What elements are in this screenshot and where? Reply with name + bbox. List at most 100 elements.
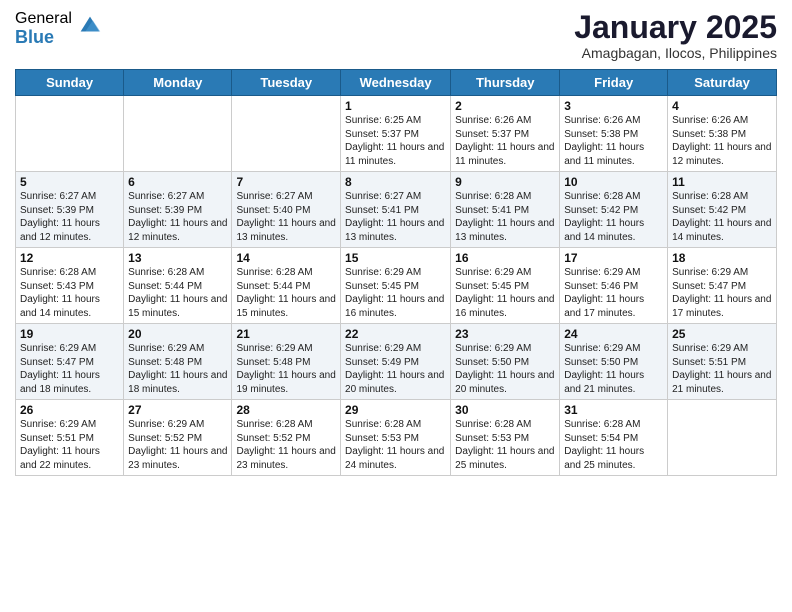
table-row [124, 96, 232, 172]
table-row: 11Sunrise: 6:28 AMSunset: 5:42 PMDayligh… [668, 172, 777, 248]
day-number: 4 [672, 99, 772, 113]
day-info: Sunrise: 6:27 AMSunset: 5:39 PMDaylight:… [128, 190, 227, 244]
day-number: 12 [20, 251, 119, 265]
table-row: 26Sunrise: 6:29 AMSunset: 5:51 PMDayligh… [16, 400, 124, 476]
day-number: 18 [672, 251, 772, 265]
table-row: 21Sunrise: 6:29 AMSunset: 5:48 PMDayligh… [232, 324, 341, 400]
day-info: Sunrise: 6:28 AMSunset: 5:43 PMDaylight:… [20, 266, 119, 320]
col-saturday: Saturday [668, 70, 777, 96]
table-row: 12Sunrise: 6:28 AMSunset: 5:43 PMDayligh… [16, 248, 124, 324]
logo: General Blue [15, 10, 104, 47]
day-info: Sunrise: 6:29 AMSunset: 5:45 PMDaylight:… [345, 266, 446, 320]
day-info: Sunrise: 6:27 AMSunset: 5:41 PMDaylight:… [345, 190, 446, 244]
day-info: Sunrise: 6:29 AMSunset: 5:48 PMDaylight:… [128, 342, 227, 396]
day-info: Sunrise: 6:29 AMSunset: 5:48 PMDaylight:… [236, 342, 336, 396]
calendar-week-row: 1Sunrise: 6:25 AMSunset: 5:37 PMDaylight… [16, 96, 777, 172]
day-number: 20 [128, 327, 227, 341]
day-number: 28 [236, 403, 336, 417]
table-row: 24Sunrise: 6:29 AMSunset: 5:50 PMDayligh… [560, 324, 668, 400]
calendar: Sunday Monday Tuesday Wednesday Thursday… [15, 69, 777, 476]
day-number: 29 [345, 403, 446, 417]
table-row: 14Sunrise: 6:28 AMSunset: 5:44 PMDayligh… [232, 248, 341, 324]
day-number: 7 [236, 175, 336, 189]
day-number: 25 [672, 327, 772, 341]
table-row: 28Sunrise: 6:28 AMSunset: 5:52 PMDayligh… [232, 400, 341, 476]
day-number: 15 [345, 251, 446, 265]
day-number: 19 [20, 327, 119, 341]
day-info: Sunrise: 6:29 AMSunset: 5:46 PMDaylight:… [564, 266, 663, 320]
table-row: 15Sunrise: 6:29 AMSunset: 5:45 PMDayligh… [341, 248, 451, 324]
calendar-week-row: 19Sunrise: 6:29 AMSunset: 5:47 PMDayligh… [16, 324, 777, 400]
table-row: 9Sunrise: 6:28 AMSunset: 5:41 PMDaylight… [451, 172, 560, 248]
table-row: 6Sunrise: 6:27 AMSunset: 5:39 PMDaylight… [124, 172, 232, 248]
day-info: Sunrise: 6:26 AMSunset: 5:37 PMDaylight:… [455, 114, 555, 168]
col-sunday: Sunday [16, 70, 124, 96]
day-info: Sunrise: 6:28 AMSunset: 5:53 PMDaylight:… [345, 418, 446, 472]
table-row [232, 96, 341, 172]
table-row: 8Sunrise: 6:27 AMSunset: 5:41 PMDaylight… [341, 172, 451, 248]
table-row: 20Sunrise: 6:29 AMSunset: 5:48 PMDayligh… [124, 324, 232, 400]
day-number: 21 [236, 327, 336, 341]
table-row: 22Sunrise: 6:29 AMSunset: 5:49 PMDayligh… [341, 324, 451, 400]
day-info: Sunrise: 6:28 AMSunset: 5:54 PMDaylight:… [564, 418, 663, 472]
day-info: Sunrise: 6:29 AMSunset: 5:51 PMDaylight:… [20, 418, 119, 472]
day-number: 30 [455, 403, 555, 417]
day-info: Sunrise: 6:28 AMSunset: 5:41 PMDaylight:… [455, 190, 555, 244]
col-friday: Friday [560, 70, 668, 96]
day-number: 23 [455, 327, 555, 341]
day-info: Sunrise: 6:29 AMSunset: 5:50 PMDaylight:… [564, 342, 663, 396]
day-number: 11 [672, 175, 772, 189]
day-number: 9 [455, 175, 555, 189]
day-info: Sunrise: 6:29 AMSunset: 5:50 PMDaylight:… [455, 342, 555, 396]
calendar-week-row: 26Sunrise: 6:29 AMSunset: 5:51 PMDayligh… [16, 400, 777, 476]
day-number: 13 [128, 251, 227, 265]
logo-icon [76, 11, 104, 39]
table-row: 1Sunrise: 6:25 AMSunset: 5:37 PMDaylight… [341, 96, 451, 172]
table-row: 17Sunrise: 6:29 AMSunset: 5:46 PMDayligh… [560, 248, 668, 324]
table-row: 3Sunrise: 6:26 AMSunset: 5:38 PMDaylight… [560, 96, 668, 172]
logo-text: General Blue [15, 10, 72, 47]
table-row: 19Sunrise: 6:29 AMSunset: 5:47 PMDayligh… [16, 324, 124, 400]
day-number: 17 [564, 251, 663, 265]
day-info: Sunrise: 6:29 AMSunset: 5:51 PMDaylight:… [672, 342, 772, 396]
table-row [668, 400, 777, 476]
day-number: 5 [20, 175, 119, 189]
table-row: 2Sunrise: 6:26 AMSunset: 5:37 PMDaylight… [451, 96, 560, 172]
day-number: 3 [564, 99, 663, 113]
day-number: 31 [564, 403, 663, 417]
table-row: 4Sunrise: 6:26 AMSunset: 5:38 PMDaylight… [668, 96, 777, 172]
day-number: 10 [564, 175, 663, 189]
day-info: Sunrise: 6:27 AMSunset: 5:39 PMDaylight:… [20, 190, 119, 244]
col-wednesday: Wednesday [341, 70, 451, 96]
table-row [16, 96, 124, 172]
day-number: 24 [564, 327, 663, 341]
calendar-week-row: 5Sunrise: 6:27 AMSunset: 5:39 PMDaylight… [16, 172, 777, 248]
day-info: Sunrise: 6:27 AMSunset: 5:40 PMDaylight:… [236, 190, 336, 244]
day-number: 14 [236, 251, 336, 265]
day-info: Sunrise: 6:28 AMSunset: 5:44 PMDaylight:… [128, 266, 227, 320]
table-row: 29Sunrise: 6:28 AMSunset: 5:53 PMDayligh… [341, 400, 451, 476]
table-row: 16Sunrise: 6:29 AMSunset: 5:45 PMDayligh… [451, 248, 560, 324]
day-info: Sunrise: 6:26 AMSunset: 5:38 PMDaylight:… [672, 114, 772, 168]
col-thursday: Thursday [451, 70, 560, 96]
day-number: 1 [345, 99, 446, 113]
day-number: 6 [128, 175, 227, 189]
header: General Blue January 2025 Amagbagan, Ilo… [15, 10, 777, 61]
table-row: 30Sunrise: 6:28 AMSunset: 5:53 PMDayligh… [451, 400, 560, 476]
table-row: 27Sunrise: 6:29 AMSunset: 5:52 PMDayligh… [124, 400, 232, 476]
calendar-header-row: Sunday Monday Tuesday Wednesday Thursday… [16, 70, 777, 96]
col-tuesday: Tuesday [232, 70, 341, 96]
col-monday: Monday [124, 70, 232, 96]
calendar-week-row: 12Sunrise: 6:28 AMSunset: 5:43 PMDayligh… [16, 248, 777, 324]
day-info: Sunrise: 6:29 AMSunset: 5:52 PMDaylight:… [128, 418, 227, 472]
subtitle: Amagbagan, Ilocos, Philippines [574, 45, 777, 61]
day-number: 22 [345, 327, 446, 341]
day-number: 16 [455, 251, 555, 265]
table-row: 7Sunrise: 6:27 AMSunset: 5:40 PMDaylight… [232, 172, 341, 248]
logo-blue: Blue [15, 28, 72, 48]
day-info: Sunrise: 6:28 AMSunset: 5:44 PMDaylight:… [236, 266, 336, 320]
page: General Blue January 2025 Amagbagan, Ilo… [0, 0, 792, 612]
table-row: 18Sunrise: 6:29 AMSunset: 5:47 PMDayligh… [668, 248, 777, 324]
table-row: 10Sunrise: 6:28 AMSunset: 5:42 PMDayligh… [560, 172, 668, 248]
logo-general: General [15, 10, 72, 28]
